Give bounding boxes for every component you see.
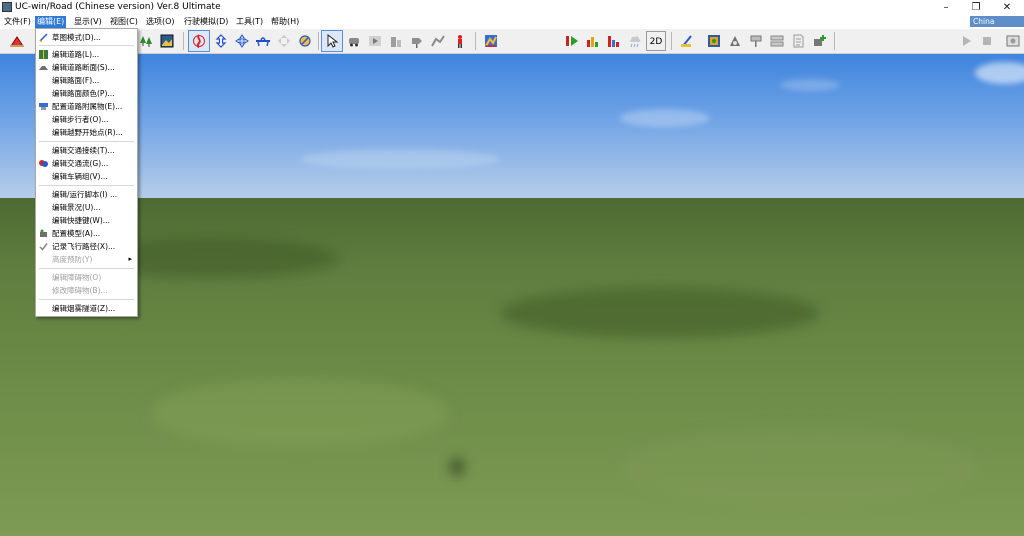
menu-item-traffic-connection[interactable]: 编辑交通接续(T)... xyxy=(36,144,137,157)
road-icon xyxy=(39,50,48,59)
paint-icon[interactable] xyxy=(677,31,697,51)
arrow-up-down-icon[interactable] xyxy=(211,31,231,51)
menu-item-edit-scenario[interactable]: 编辑景况(U)... xyxy=(36,201,137,214)
menu-item-edit-pedestrian[interactable]: 编辑步行者(O)... xyxy=(36,113,137,126)
play-icon[interactable] xyxy=(365,31,385,51)
cursor-icon[interactable] xyxy=(321,30,343,52)
title-bar: UC-win/Road (Chinese version) Ver.8 Ulti… xyxy=(0,0,1024,15)
flag-icon[interactable] xyxy=(746,31,766,51)
bridge-icon[interactable] xyxy=(253,31,273,51)
road-edit-icon[interactable] xyxy=(188,30,210,52)
vehicle-icon[interactable] xyxy=(344,31,364,51)
cross-arrows-icon[interactable] xyxy=(232,31,252,51)
submenu-arrow-icon: ▸ xyxy=(128,255,132,263)
menu-item-vehicle-group[interactable]: 编辑车辆组(V)... xyxy=(36,170,137,183)
menu-bar: 文件(F) 编辑(E) 显示(V) 视图(C) 选项(O) 行驶模拟(D) 工具… xyxy=(0,15,1024,37)
menu-item-place-model[interactable]: 配置模型(A)... xyxy=(36,227,137,240)
route-icon[interactable] xyxy=(428,31,448,51)
check-icon xyxy=(39,243,48,251)
menu-item-modify-obstacle: 修改障碍物(B)... xyxy=(52,286,108,295)
chart-icon[interactable] xyxy=(481,31,501,51)
menu-item-smoke-tunnel[interactable]: 编辑烟雾隧道(Z)... xyxy=(36,302,137,315)
locale-badge: China (China) xyxy=(970,16,1024,37)
menu-view[interactable]: 显示(V) xyxy=(72,16,104,28)
menu-camera[interactable]: 视图(C) xyxy=(108,16,140,28)
edit-menu-dropdown: 草图模式(D)... 编辑道路(L)... 编辑道路断面(S)... 编辑路面(… xyxy=(35,28,138,317)
menu-item-sketch-mode[interactable]: 草图模式(D)... xyxy=(36,31,137,44)
menu-item-edit-road[interactable]: 编辑道路(L)... xyxy=(36,48,137,61)
menu-drive-simulation[interactable]: 行驶模拟(D) xyxy=(182,16,230,28)
close-button[interactable]: ✕ xyxy=(992,0,1022,15)
stop-disabled-icon xyxy=(977,31,997,51)
terrain-icon[interactable] xyxy=(7,31,27,51)
menu-tools[interactable]: 工具(T) xyxy=(234,16,265,28)
window-title: UC-win/Road (Chinese version) Ver.8 Ulti… xyxy=(15,2,221,12)
menu-item-record-flight-path[interactable]: 记录飞行路径(X)... xyxy=(36,240,137,253)
traffic-icon xyxy=(39,160,48,167)
menu-item-road-accessories[interactable]: 配置道路附属物(E)... xyxy=(36,100,137,113)
menu-item-edit-script[interactable]: 编辑/运行脚本(I) ... xyxy=(36,188,137,201)
bars-icon[interactable] xyxy=(583,31,603,51)
document-icon[interactable] xyxy=(788,31,808,51)
menu-edit[interactable]: 编辑(E) xyxy=(35,16,67,28)
camera-icon[interactable] xyxy=(725,31,745,51)
weather-icon[interactable] xyxy=(625,31,645,51)
menu-item-edit-road-section[interactable]: 编辑道路断面(S)... xyxy=(36,61,137,74)
toolbar: 現在▼ 2D ▼ xyxy=(0,29,1024,77)
2d-icon[interactable]: 2D xyxy=(646,31,666,51)
grass-terrain xyxy=(0,198,1024,536)
play-green-icon[interactable] xyxy=(562,31,582,51)
photo-icon[interactable] xyxy=(157,31,177,51)
menu-item-edit-shortcuts[interactable]: 编辑快捷键(W)... xyxy=(36,214,137,227)
sign-icon[interactable] xyxy=(407,31,427,51)
rotate-icon[interactable] xyxy=(295,31,315,51)
menu-help[interactable]: 帮助(H) xyxy=(269,16,301,28)
building-icon[interactable] xyxy=(386,31,406,51)
minimize-button[interactable]: – xyxy=(931,0,961,15)
sketch-icon xyxy=(39,33,48,42)
model-add-icon[interactable] xyxy=(810,31,830,51)
app-icon xyxy=(2,2,12,12)
sky xyxy=(0,54,1024,198)
sign2-icon[interactable] xyxy=(767,31,787,51)
3d-viewport[interactable] xyxy=(0,54,1024,536)
map-icon[interactable] xyxy=(704,31,724,51)
settings-icon[interactable] xyxy=(1003,31,1023,51)
menu-file[interactable]: 文件(F) xyxy=(2,16,33,28)
menu-item-traffic-flow[interactable]: 编辑交通流(G)... xyxy=(36,157,137,170)
menu-item-edit-obstacle: 编辑障碍物(O) xyxy=(52,273,102,282)
tree-icon[interactable] xyxy=(136,31,156,51)
model-icon xyxy=(40,229,47,237)
bars-red-icon[interactable] xyxy=(604,31,624,51)
menu-item-height-prevention: 高度预防(Y) ▸ xyxy=(52,255,132,264)
restore-button[interactable]: ❐ xyxy=(961,0,991,15)
menu-options[interactable]: 选项(O) xyxy=(144,16,177,28)
menu-item-offroad-start[interactable]: 编辑越野开始点(R)... xyxy=(36,126,137,139)
move-icon[interactable] xyxy=(274,31,294,51)
section-icon xyxy=(39,66,48,70)
menu-item-edit-surface[interactable]: 编辑路面(F)... xyxy=(36,74,137,87)
accessory-icon xyxy=(39,103,48,110)
pedestrian-icon[interactable] xyxy=(450,31,470,51)
play-disabled-icon xyxy=(956,31,976,51)
menu-item-edit-surface-color[interactable]: 编辑路面颜色(P)... xyxy=(36,87,137,100)
